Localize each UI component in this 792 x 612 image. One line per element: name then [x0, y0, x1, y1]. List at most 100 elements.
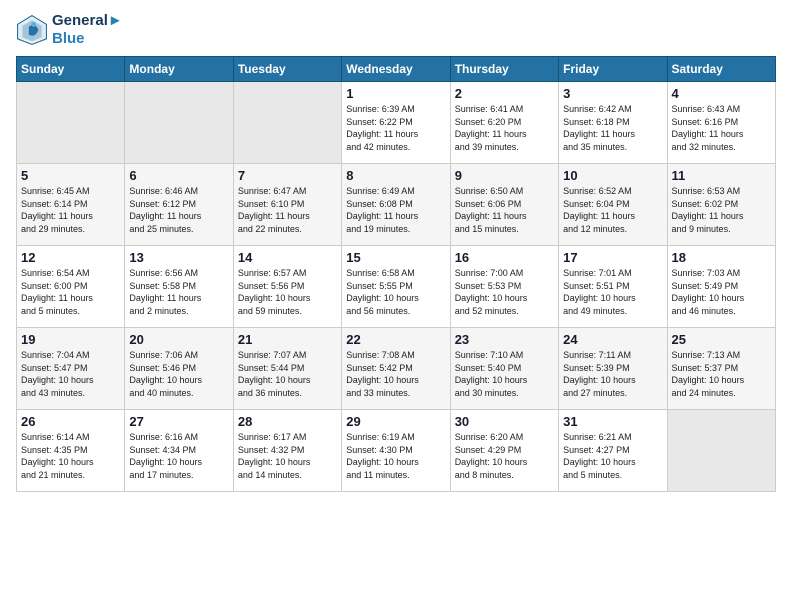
day-cell: 6 Sunrise: 6:46 AM Sunset: 6:12 PM Daylig… [125, 164, 233, 246]
day-number: 31 [563, 414, 662, 429]
day-info: Sunrise: 6:20 AM Sunset: 4:29 PM Dayligh… [455, 431, 554, 481]
week-row-5: 26 Sunrise: 6:14 AM Sunset: 4:35 PM Dayli… [17, 410, 776, 492]
day-info: Sunrise: 6:56 AM Sunset: 5:58 PM Dayligh… [129, 267, 228, 317]
day-info: Sunrise: 7:06 AM Sunset: 5:46 PM Dayligh… [129, 349, 228, 399]
day-number: 21 [238, 332, 337, 347]
day-info: Sunrise: 6:45 AM Sunset: 6:14 PM Dayligh… [21, 185, 120, 235]
weekday-header-sunday: Sunday [17, 57, 125, 82]
day-number: 18 [672, 250, 771, 265]
day-number: 8 [346, 168, 445, 183]
weekday-header-saturday: Saturday [667, 57, 775, 82]
day-cell: 30Sunrise: 6:20 AM Sunset: 4:29 PM Dayli… [450, 410, 558, 492]
day-cell: 31 Sunrise: 6:21 AM Sunset: 4:27 PM Dayli… [559, 410, 667, 492]
day-cell: 24Sunrise: 7:11 AM Sunset: 5:39 PM Dayli… [559, 328, 667, 410]
week-row-4: 19Sunrise: 7:04 AM Sunset: 5:47 PM Dayli… [17, 328, 776, 410]
weekday-header-thursday: Thursday [450, 57, 558, 82]
day-info: Sunrise: 7:08 AM Sunset: 5:42 PM Dayligh… [346, 349, 445, 399]
day-number: 10 [563, 168, 662, 183]
day-info: Sunrise: 7:04 AM Sunset: 5:47 PM Dayligh… [21, 349, 120, 399]
day-number: 15 [346, 250, 445, 265]
week-row-3: 12 Sunrise: 6:54 AM Sunset: 6:00 PM Dayli… [17, 246, 776, 328]
day-info: Sunrise: 7:07 AM Sunset: 5:44 PM Dayligh… [238, 349, 337, 399]
day-cell: 15 Sunrise: 6:58 AM Sunset: 5:55 PM Dayli… [342, 246, 450, 328]
header: General► Blue [16, 12, 776, 48]
day-cell: 19Sunrise: 7:04 AM Sunset: 5:47 PM Dayli… [17, 328, 125, 410]
logo-icon [16, 14, 48, 46]
day-cell: 3 Sunrise: 6:42 AM Sunset: 6:18 PM Daylig… [559, 82, 667, 164]
day-cell: 1 Sunrise: 6:39 AM Sunset: 6:22 PM Daylig… [342, 82, 450, 164]
day-info: Sunrise: 6:54 AM Sunset: 6:00 PM Dayligh… [21, 267, 120, 317]
day-number: 23 [455, 332, 554, 347]
day-cell: 20 Sunrise: 7:06 AM Sunset: 5:46 PM Dayli… [125, 328, 233, 410]
day-number: 17 [563, 250, 662, 265]
weekday-header-monday: Monday [125, 57, 233, 82]
day-cell: 25 Sunrise: 7:13 AM Sunset: 5:37 PM Dayli… [667, 328, 775, 410]
day-info: Sunrise: 7:10 AM Sunset: 5:40 PM Dayligh… [455, 349, 554, 399]
day-cell [17, 82, 125, 164]
day-number: 1 [346, 86, 445, 101]
day-number: 29 [346, 414, 445, 429]
day-cell: 14 Sunrise: 6:57 AM Sunset: 5:56 PM Dayli… [233, 246, 341, 328]
day-number: 26 [21, 414, 120, 429]
day-cell: 26 Sunrise: 6:14 AM Sunset: 4:35 PM Dayli… [17, 410, 125, 492]
day-info: Sunrise: 6:46 AM Sunset: 6:12 PM Dayligh… [129, 185, 228, 235]
day-info: Sunrise: 6:17 AM Sunset: 4:32 PM Dayligh… [238, 431, 337, 481]
day-cell: 9Sunrise: 6:50 AM Sunset: 6:06 PM Daylig… [450, 164, 558, 246]
day-number: 11 [672, 168, 771, 183]
day-number: 2 [455, 86, 554, 101]
day-number: 22 [346, 332, 445, 347]
day-info: Sunrise: 6:57 AM Sunset: 5:56 PM Dayligh… [238, 267, 337, 317]
weekday-header-row: SundayMondayTuesdayWednesdayThursdayFrid… [17, 57, 776, 82]
weekday-header-tuesday: Tuesday [233, 57, 341, 82]
day-cell: 11 Sunrise: 6:53 AM Sunset: 6:02 PM Dayli… [667, 164, 775, 246]
day-info: Sunrise: 6:21 AM Sunset: 4:27 PM Dayligh… [563, 431, 662, 481]
day-cell: 12 Sunrise: 6:54 AM Sunset: 6:00 PM Dayli… [17, 246, 125, 328]
day-number: 6 [129, 168, 228, 183]
day-number: 25 [672, 332, 771, 347]
day-info: Sunrise: 6:53 AM Sunset: 6:02 PM Dayligh… [672, 185, 771, 235]
day-number: 7 [238, 168, 337, 183]
day-number: 12 [21, 250, 120, 265]
day-info: Sunrise: 6:19 AM Sunset: 4:30 PM Dayligh… [346, 431, 445, 481]
day-info: Sunrise: 6:52 AM Sunset: 6:04 PM Dayligh… [563, 185, 662, 235]
day-cell: 27Sunrise: 6:16 AM Sunset: 4:34 PM Dayli… [125, 410, 233, 492]
day-cell: 2 Sunrise: 6:41 AM Sunset: 6:20 PM Daylig… [450, 82, 558, 164]
day-info: Sunrise: 6:50 AM Sunset: 6:06 PM Dayligh… [455, 185, 554, 235]
day-cell: 21 Sunrise: 7:07 AM Sunset: 5:44 PM Dayli… [233, 328, 341, 410]
day-number: 3 [563, 86, 662, 101]
day-info: Sunrise: 7:11 AM Sunset: 5:39 PM Dayligh… [563, 349, 662, 399]
day-info: Sunrise: 7:13 AM Sunset: 5:37 PM Dayligh… [672, 349, 771, 399]
weekday-header-wednesday: Wednesday [342, 57, 450, 82]
logo-text: General► Blue [52, 12, 123, 48]
day-cell [667, 410, 775, 492]
day-info: Sunrise: 6:47 AM Sunset: 6:10 PM Dayligh… [238, 185, 337, 235]
day-number: 20 [129, 332, 228, 347]
day-info: Sunrise: 6:58 AM Sunset: 5:55 PM Dayligh… [346, 267, 445, 317]
day-info: Sunrise: 7:01 AM Sunset: 5:51 PM Dayligh… [563, 267, 662, 317]
day-info: Sunrise: 6:14 AM Sunset: 4:35 PM Dayligh… [21, 431, 120, 481]
day-cell: 7 Sunrise: 6:47 AM Sunset: 6:10 PM Daylig… [233, 164, 341, 246]
day-number: 5 [21, 168, 120, 183]
day-cell: 8 Sunrise: 6:49 AM Sunset: 6:08 PM Daylig… [342, 164, 450, 246]
day-number: 28 [238, 414, 337, 429]
calendar-table: SundayMondayTuesdayWednesdayThursdayFrid… [16, 56, 776, 492]
day-info: Sunrise: 6:42 AM Sunset: 6:18 PM Dayligh… [563, 103, 662, 153]
day-number: 14 [238, 250, 337, 265]
day-cell: 10 Sunrise: 6:52 AM Sunset: 6:04 PM Dayli… [559, 164, 667, 246]
day-info: Sunrise: 6:39 AM Sunset: 6:22 PM Dayligh… [346, 103, 445, 153]
day-number: 16 [455, 250, 554, 265]
week-row-2: 5 Sunrise: 6:45 AM Sunset: 6:14 PM Daylig… [17, 164, 776, 246]
day-number: 27 [129, 414, 228, 429]
page: General► Blue SundayMondayTuesdayWednesd… [0, 0, 792, 500]
week-row-1: 1 Sunrise: 6:39 AM Sunset: 6:22 PM Daylig… [17, 82, 776, 164]
day-cell: 13 Sunrise: 6:56 AM Sunset: 5:58 PM Dayli… [125, 246, 233, 328]
logo: General► Blue [16, 12, 123, 48]
day-info: Sunrise: 6:49 AM Sunset: 6:08 PM Dayligh… [346, 185, 445, 235]
day-cell: 5 Sunrise: 6:45 AM Sunset: 6:14 PM Daylig… [17, 164, 125, 246]
weekday-header-friday: Friday [559, 57, 667, 82]
day-info: Sunrise: 6:41 AM Sunset: 6:20 PM Dayligh… [455, 103, 554, 153]
day-cell: 29 Sunrise: 6:19 AM Sunset: 4:30 PM Dayli… [342, 410, 450, 492]
day-cell: 4Sunrise: 6:43 AM Sunset: 6:16 PM Daylig… [667, 82, 775, 164]
day-cell: 23 Sunrise: 7:10 AM Sunset: 5:40 PM Dayli… [450, 328, 558, 410]
day-number: 13 [129, 250, 228, 265]
